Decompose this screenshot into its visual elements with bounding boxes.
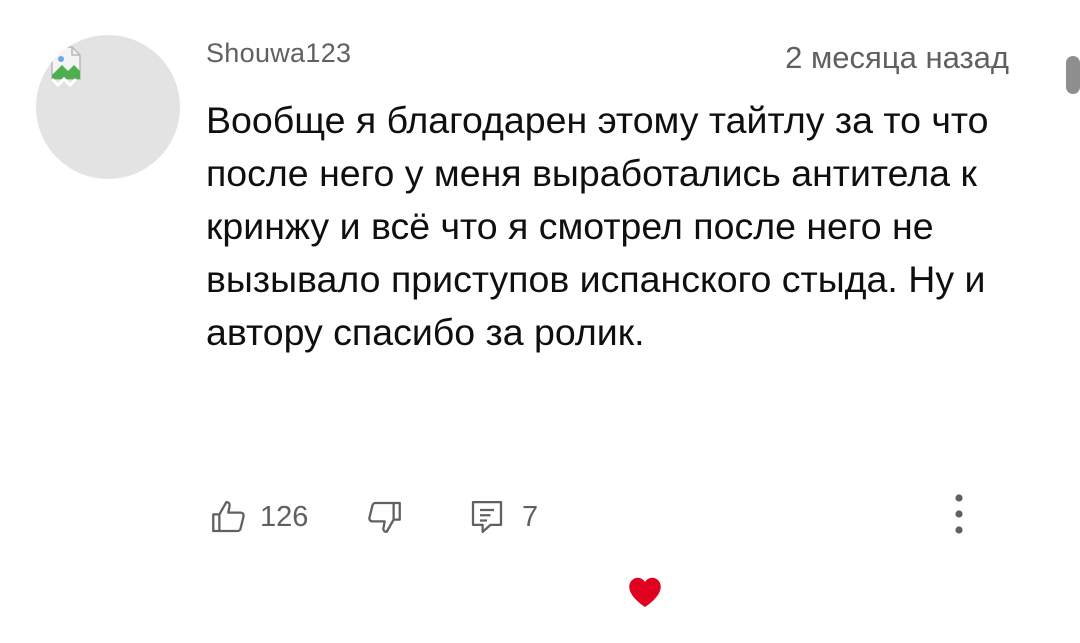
comment-text: Вообще я благодарен этому тайтлу за то ч… [206,99,989,353]
comment-actions: 126 7 [0,490,1080,540]
broken-image-icon [50,46,81,88]
comment-timestamp: 2 месяца назад [785,40,1009,75]
scrollbar-thumb[interactable] [1066,56,1080,94]
thumbs-up-icon [212,500,245,533]
comment-author[interactable]: Shouwa123 [206,38,351,69]
author-avatar[interactable] [36,35,180,179]
heart-icon [629,577,661,607]
dislike-button[interactable] [363,496,405,538]
thumbs-down-icon [368,501,401,534]
reply-icon [471,500,503,534]
like-count: 126 [260,500,309,533]
more-options-button[interactable] [944,490,974,542]
more-vertical-icon [955,494,963,534]
reply-count: 7 [522,500,539,533]
like-button[interactable]: 126 [208,496,308,538]
reply-button[interactable]: 7 [466,496,538,538]
